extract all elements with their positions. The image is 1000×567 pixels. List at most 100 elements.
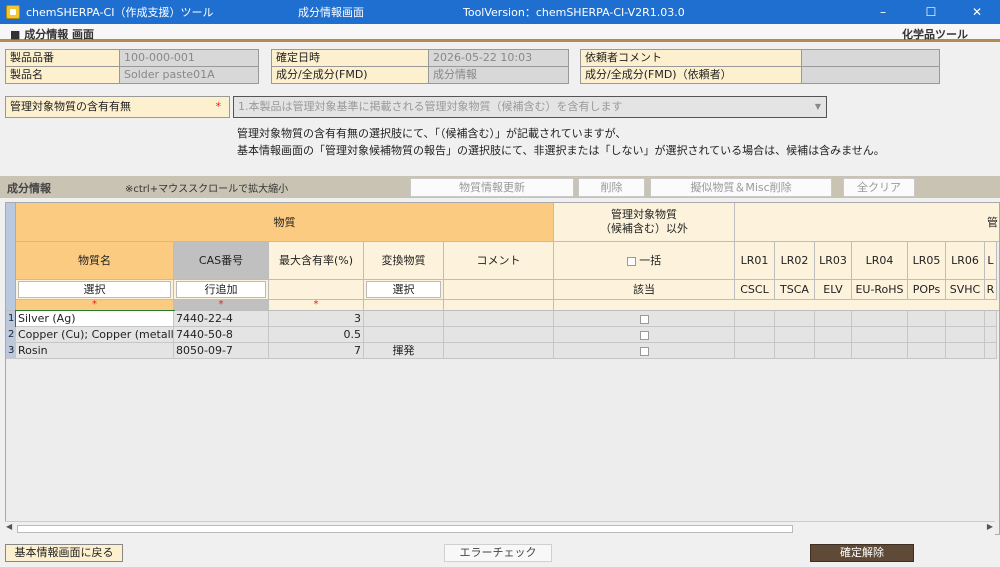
- scroll-thumb[interactable]: [17, 525, 793, 533]
- close-button[interactable]: ✕: [954, 0, 1000, 24]
- required-mark: *: [215, 100, 222, 113]
- select-cell: 選択: [16, 280, 174, 300]
- lr-cell[interactable]: [735, 311, 775, 327]
- lr-cell[interactable]: [775, 343, 815, 359]
- product-name-value: Solder paste01A: [119, 66, 259, 84]
- cas-cell[interactable]: 8050-09-7: [174, 343, 269, 359]
- note-line-1: 管理対象物質の含有有無の選択肢にて、「（候補含む）」が記載されていますが、: [237, 127, 627, 140]
- conv-cell[interactable]: 揮発: [364, 343, 444, 359]
- group-header-managed: 管理対象物質 （候補含む）以外: [554, 203, 735, 242]
- max-cell[interactable]: 0.5: [269, 327, 364, 343]
- marker-blank-right: [554, 300, 999, 311]
- applicable-checkbox[interactable]: [639, 314, 649, 324]
- conv-cell[interactable]: [364, 327, 444, 343]
- fmd-requester-label: 成分/全成分(FMD)（依頼者）: [580, 66, 802, 84]
- chevron-down-icon: ▼: [814, 102, 821, 111]
- applicable-checkbox[interactable]: [639, 346, 649, 356]
- comment-cell[interactable]: [444, 327, 554, 343]
- name-cell[interactable]: Rosin: [16, 343, 174, 359]
- note-line-2: 基本情報画面の「管理対象候補物質の報告」の選択肢にて、非選択または「しない」が選…: [237, 144, 885, 157]
- marker-blank-comment: [444, 300, 554, 311]
- lr-cell[interactable]: [815, 311, 852, 327]
- lr-name-header: TSCA: [775, 280, 815, 300]
- screen-header-label: ■ 成分情報 画面: [10, 28, 95, 41]
- lr-cell[interactable]: [946, 343, 985, 359]
- lr-cell[interactable]: [852, 343, 908, 359]
- max-cell[interactable]: 3: [269, 311, 364, 327]
- lr-cell[interactable]: [985, 311, 997, 327]
- select-substance-button[interactable]: 選択: [18, 281, 171, 298]
- lr-code-header: LR05: [908, 242, 946, 280]
- fmd-value: 成分情報: [428, 66, 569, 84]
- add-row-button[interactable]: 行追加: [176, 281, 266, 298]
- lr-cell[interactable]: [908, 343, 946, 359]
- applicable-cell[interactable]: [554, 327, 735, 343]
- unconfirm-button[interactable]: 確定解除: [810, 544, 914, 562]
- chemical-tool-label: 化学品ツール: [902, 28, 968, 41]
- lr-cell[interactable]: [815, 327, 852, 343]
- name-cell[interactable]: Silver (Ag): [15, 310, 175, 328]
- cas-cell[interactable]: 7440-50-8: [174, 327, 269, 343]
- no-cell: 2: [6, 327, 16, 343]
- lr-cell[interactable]: [908, 311, 946, 327]
- managed-substance-label: 管理対象物質の含有有無 *: [5, 96, 230, 118]
- substance-grid: 物質 管理対象物質 （候補含む）以外 管 物質名 CAS番号 最大含有率(%) …: [5, 202, 1000, 535]
- scroll-left-icon[interactable]: ◀: [6, 522, 12, 531]
- col-max-content: 最大含有率(%): [269, 242, 364, 280]
- clear-all-button[interactable]: 全クリア: [843, 178, 915, 197]
- lr-cell[interactable]: [735, 327, 775, 343]
- update-substance-button[interactable]: 物質情報更新: [410, 178, 574, 197]
- col-comment: コメント: [444, 242, 554, 280]
- error-check-button[interactable]: エラーチェック: [444, 544, 552, 562]
- comment-cell[interactable]: [444, 343, 554, 359]
- minimize-button[interactable]: –: [860, 0, 906, 24]
- maximize-button[interactable]: ☐: [908, 0, 954, 24]
- lr-cell[interactable]: [985, 327, 997, 343]
- select-converted-button[interactable]: 選択: [366, 281, 441, 298]
- back-to-basic-info-button[interactable]: 基本情報画面に戻る: [5, 544, 123, 562]
- lr-cell[interactable]: [852, 327, 908, 343]
- required-mark-name: *: [16, 300, 174, 311]
- name-cell[interactable]: Copper (Cu); Copper (metall…: [16, 327, 174, 343]
- lr-cell[interactable]: [815, 343, 852, 359]
- lr-cell[interactable]: [852, 311, 908, 327]
- lr-name-header: POPs: [908, 280, 946, 300]
- pseudo-misc-delete-button[interactable]: 擬似物質＆Misc削除: [650, 178, 832, 197]
- table-row[interactable]: 1 Silver (Ag) 7440-22-4 3: [6, 310, 997, 328]
- lr-name-header: SVHC: [946, 280, 985, 300]
- lr-cell[interactable]: [775, 311, 815, 327]
- cas-cell[interactable]: 7440-22-4: [174, 311, 269, 327]
- bulk-checkbox[interactable]: [626, 256, 636, 266]
- required-mark-cas: *: [174, 300, 269, 311]
- lr-cell[interactable]: [946, 311, 985, 327]
- screen-title: 成分情報画面: [298, 6, 364, 19]
- product-no-label: 製品品番: [5, 49, 120, 67]
- tool-version: ToolVersion：chemSHERPA-CI-V2R1.03.0: [463, 6, 685, 19]
- fmd-requester-value: [801, 66, 940, 84]
- lr-code-header: LR02: [775, 242, 815, 280]
- lr-cell[interactable]: [985, 343, 997, 359]
- no-cell: 3: [6, 343, 16, 359]
- max-cell[interactable]: 7: [269, 343, 364, 359]
- lr-cell[interactable]: [908, 327, 946, 343]
- col-bulk: 一括: [554, 242, 735, 280]
- applicable-cell[interactable]: [554, 343, 735, 359]
- table-row[interactable]: 3 Rosin 8050-09-7 7 揮発: [6, 343, 997, 359]
- lr-code-header: LR03: [815, 242, 852, 280]
- delete-button[interactable]: 削除: [578, 178, 645, 197]
- add-row-cell: 行追加: [174, 280, 269, 300]
- table-row[interactable]: 2 Copper (Cu); Copper (metall… 7440-50-8 0.…: [6, 327, 997, 343]
- conv-cell[interactable]: [364, 311, 444, 327]
- lr-cell[interactable]: [775, 327, 815, 343]
- applicable-checkbox[interactable]: [639, 330, 649, 340]
- applicable-cell[interactable]: [554, 311, 735, 327]
- requester-comment-label: 依頼者コメント: [580, 49, 802, 67]
- lr-cell[interactable]: [946, 327, 985, 343]
- lr-name-header: ELV: [815, 280, 852, 300]
- comment-cell[interactable]: [444, 311, 554, 327]
- lr-cell[interactable]: [735, 343, 775, 359]
- managed-substance-select[interactable]: 1.本製品は管理対象基準に掲載される管理対象物質（候補含む）を含有します ▼: [233, 96, 827, 118]
- scroll-right-icon[interactable]: ▶: [987, 522, 993, 531]
- horizontal-scrollbar[interactable]: ◀ ▶: [5, 521, 995, 535]
- lr-code-header: LR04: [852, 242, 908, 280]
